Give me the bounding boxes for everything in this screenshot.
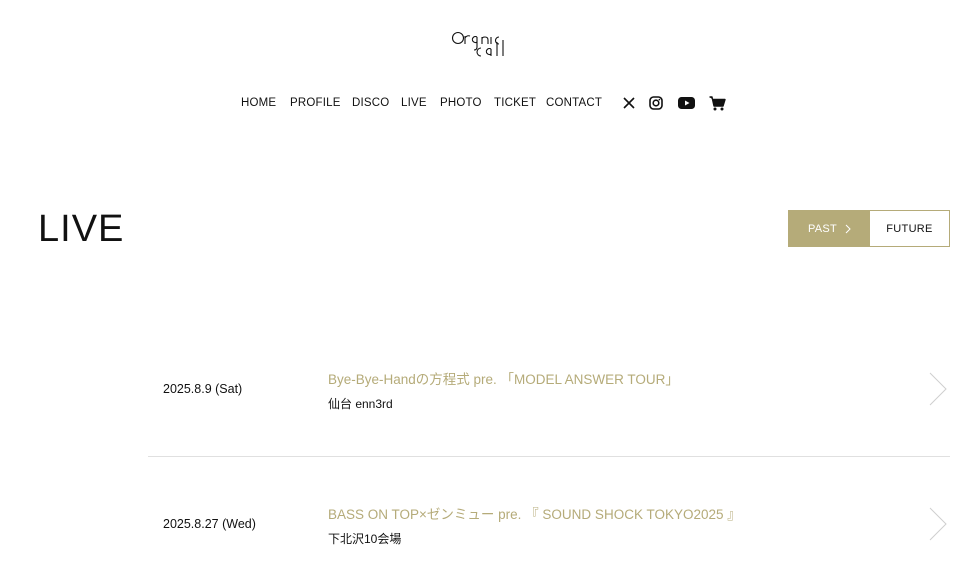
- live-list: 2025.8.9 (Sat) Bye-Bye-Handの方程式 pre. 「MO…: [148, 340, 950, 584]
- chevron-right-icon: [845, 224, 851, 233]
- nav-profile[interactable]: PROFILE: [290, 95, 341, 111]
- live-item[interactable]: 2025.8.9 (Sat) Bye-Bye-Handの方程式 pre. 「MO…: [148, 340, 950, 457]
- nav-photo[interactable]: PHOTO: [440, 95, 482, 111]
- future-label: FUTURE: [886, 222, 933, 235]
- live-date: 2025.8.9 (Sat): [163, 382, 243, 396]
- nav-live[interactable]: LIVE: [401, 95, 427, 111]
- nav-ticket[interactable]: TICKET: [494, 95, 536, 111]
- live-title[interactable]: Bye-Bye-Handの方程式 pre. 「MODEL ANSWER TOUR…: [328, 368, 679, 388]
- live-venue: 仙台 enn3rd: [328, 397, 393, 411]
- page-title: LIVE: [38, 208, 125, 250]
- youtube-icon[interactable]: [676, 94, 696, 112]
- arrow-right-icon[interactable]: [928, 507, 948, 541]
- site-logo[interactable]: [451, 28, 507, 58]
- nav-disco[interactable]: DISCO: [352, 95, 389, 111]
- cart-icon[interactable]: [708, 94, 726, 112]
- x-icon[interactable]: [620, 94, 638, 112]
- future-button[interactable]: FUTURE: [870, 211, 949, 246]
- live-title[interactable]: BASS ON TOP×ゼンミュー pre. 『 SOUND SHOCK TOK…: [328, 503, 741, 523]
- live-date: 2025.8.27 (Wed): [163, 517, 256, 531]
- nav-home[interactable]: HOME: [241, 95, 276, 111]
- past-label: PAST: [807, 222, 838, 235]
- nav-contact[interactable]: CONTACT: [546, 95, 602, 111]
- instagram-icon[interactable]: [647, 94, 665, 112]
- main-nav: HOME PROFILE DISCO LIVE PHOTO TICKET CON…: [0, 95, 960, 111]
- live-item[interactable]: 2025.8.27 (Wed) BASS ON TOP×ゼンミュー pre. 『…: [148, 457, 950, 584]
- live-venue: 下北沢10会場: [328, 532, 402, 546]
- logo-mark: [451, 31, 504, 57]
- past-button[interactable]: PAST: [789, 211, 870, 246]
- arrow-right-icon[interactable]: [928, 372, 948, 406]
- past-future-toggle: PAST FUTURE: [788, 210, 950, 247]
